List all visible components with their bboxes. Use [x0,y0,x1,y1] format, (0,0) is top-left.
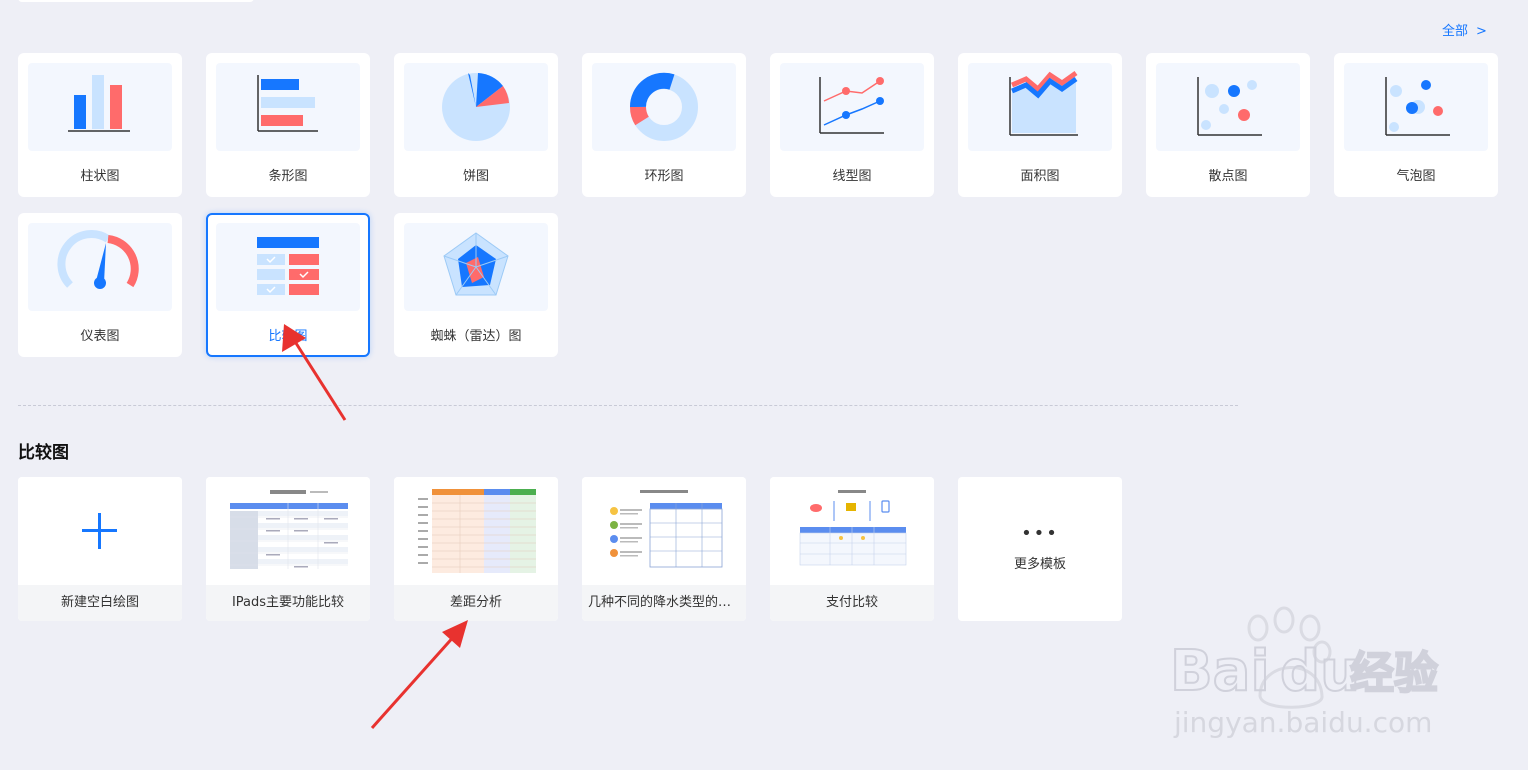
baidu-jingyan-watermark: Bai du 经验 jingyan.baidu.com [1169,606,1439,739]
view-all-link[interactable]: 全部 > [1442,20,1487,39]
chart-type-gauge[interactable]: 仪表图 [18,213,182,357]
more-templates-label: 更多模板 [1013,557,1066,572]
radar-chart-icon [404,223,548,311]
scatter-chart-icon [1156,63,1300,151]
chart-type-label: 线型图 [832,169,872,184]
template-payment-comparison[interactable]: 支付比较 [770,477,934,621]
horizontal-bar-chart-icon [216,63,360,151]
view-all-label: 全部 [1442,24,1469,39]
line-chart-icon [780,63,924,151]
watermark-url: jingyan.baidu.com [1173,706,1432,739]
template-gap-analysis[interactable]: 差距分析 [394,477,558,621]
bubble-chart-icon [1344,63,1488,151]
template-label: 支付比较 [770,585,934,621]
ipad-comparison-preview [206,477,370,585]
template-label: 差距分析 [394,585,558,621]
section-divider [18,405,1238,406]
chart-type-label: 柱状图 [80,169,120,184]
donut-chart-icon [592,63,736,151]
template-precipitation-comparison[interactable]: 几种不同的降水类型的比... [582,477,746,621]
payment-comparison-preview [770,477,934,585]
chart-type-label: 环形图 [644,169,684,184]
watermark-cn: 经验 [1350,648,1438,699]
chart-type-pie[interactable]: 饼图 [394,53,558,197]
area-chart-icon [968,63,1112,151]
template-label: IPads主要功能比较 [206,585,370,621]
watermark-brand: Bai [1170,639,1270,704]
chart-type-line[interactable]: 线型图 [770,53,934,197]
plus-icon [18,477,182,585]
chart-type-area[interactable]: 面积图 [958,53,1122,197]
chart-type-label: 比较图 [268,329,308,344]
chart-type-scatter[interactable]: 散点图 [1146,53,1310,197]
template-ipad-comparison[interactable]: IPads主要功能比较 [206,477,370,621]
chart-type-bubble[interactable]: 气泡图 [1334,53,1498,197]
chart-type-label: 面积图 [1020,169,1060,184]
precipitation-comparison-preview [582,477,746,585]
more-templates-card[interactable]: ••• 更多模板 [958,477,1122,621]
chart-type-label: 仪表图 [80,329,120,344]
chart-type-bar[interactable]: 柱状图 [18,53,182,197]
template-new-blank[interactable]: 新建空白绘图 [18,477,182,621]
more-dots-icon: ••• [1021,523,1059,544]
chart-type-horizontal-bar[interactable]: 条形图 [206,53,370,197]
watermark-brand2: du [1280,639,1360,704]
chart-type-comparison[interactable]: 比较图 [206,213,370,357]
chart-type-label: 蜘蛛（雷达）图 [430,329,522,344]
chevron-right-icon: > [1476,24,1487,39]
pie-chart-icon [404,63,548,151]
gap-analysis-preview [394,477,558,585]
arrow-to-gap-analysis [370,620,468,729]
top-bar-remnant [18,0,254,2]
chart-type-label: 散点图 [1208,169,1248,184]
bar-chart-icon [28,63,172,151]
chart-type-label: 条形图 [268,169,308,184]
section-title: 比较图 [18,443,69,463]
chart-type-donut[interactable]: 环形图 [582,53,746,197]
gauge-chart-icon [28,223,172,311]
chart-type-radar[interactable]: 蜘蛛（雷达）图 [394,213,558,357]
comparison-chart-icon [216,223,360,311]
template-label: 新建空白绘图 [18,585,182,621]
chart-type-label: 气泡图 [1396,169,1436,184]
chart-type-label: 饼图 [462,169,489,184]
template-label: 几种不同的降水类型的比... [582,585,746,621]
